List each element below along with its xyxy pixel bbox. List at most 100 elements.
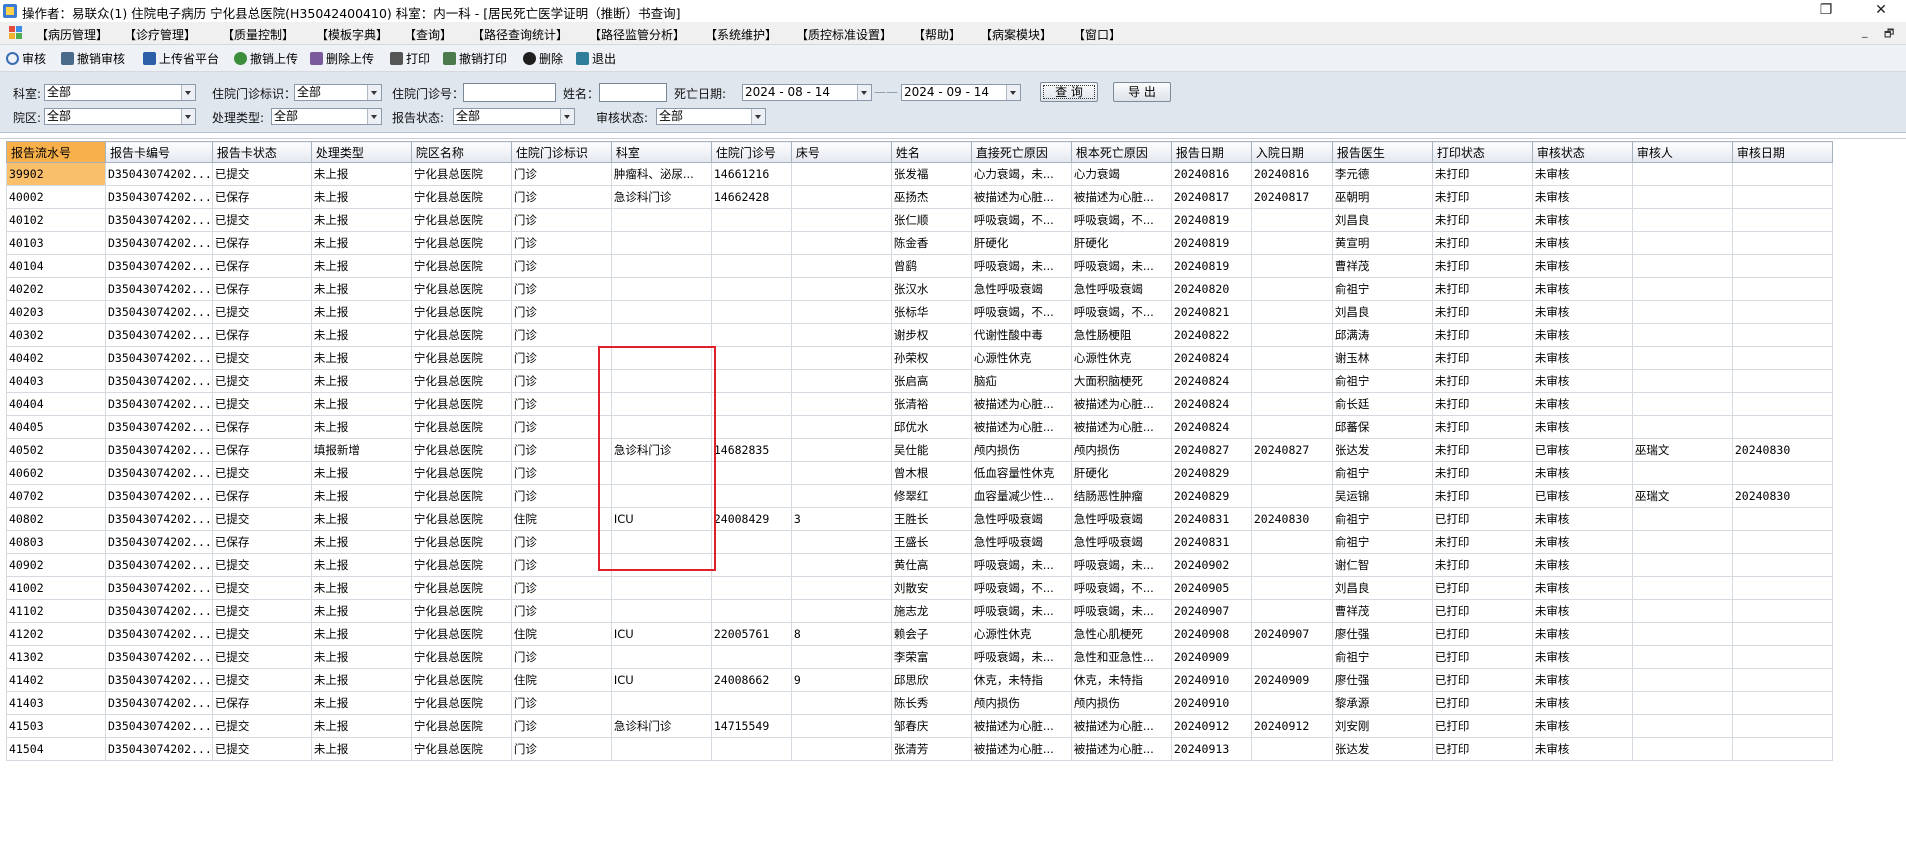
column-header[interactable]: 报告日期 bbox=[1170, 141, 1252, 163]
delete-button[interactable]: 删除 bbox=[523, 50, 563, 67]
name-input[interactable] bbox=[599, 83, 667, 102]
column-header[interactable]: 直接死亡原因 bbox=[970, 141, 1072, 163]
table-row[interactable]: 40405 D35043074202... 已保存 未上报 宁化县总医院 门诊 邱优水 被描述… bbox=[6, 415, 1833, 439]
export-button[interactable]: 导 出 bbox=[1113, 82, 1171, 102]
column-header[interactable]: 科室 bbox=[610, 141, 712, 163]
table-row[interactable]: 40803 D35043074202... 已保存 未上报 宁化县总医院 门诊 王盛长 急性呼… bbox=[6, 530, 1833, 554]
table-row[interactable]: 41202 D35043074202... 已提交 未上报 宁化县总医院 住院 ICU 220… bbox=[6, 622, 1833, 646]
menu-system-maintenance[interactable]: 【系统维护】 bbox=[705, 26, 777, 43]
upload-province-button[interactable]: 上传省平台 bbox=[143, 50, 219, 67]
visit-no-input[interactable] bbox=[463, 83, 556, 102]
table-row[interactable]: 40402 D35043074202... 已提交 未上报 宁化县总医院 门诊 孙荣权 心源性… bbox=[6, 346, 1833, 370]
column-header[interactable]: 住院门诊标识 bbox=[510, 141, 612, 163]
title-bar: 操作者：易联众(1) 住院电子病历 宁化县总医院(H35042400410) 科… bbox=[0, 0, 1906, 22]
menu-diagnosis-management[interactable]: 【诊疗管理】 bbox=[124, 26, 196, 43]
table-cell bbox=[1250, 369, 1333, 393]
cancel-upload-button[interactable]: 撤销上传 bbox=[234, 50, 298, 67]
table-row[interactable]: 40702 D35043074202... 已保存 未上报 宁化县总医院 门诊 修翠红 血容量… bbox=[6, 484, 1833, 508]
column-header[interactable]: 报告医生 bbox=[1331, 141, 1433, 163]
menu-help[interactable]: 【帮助】 bbox=[913, 26, 961, 43]
menu-template-dictionary[interactable]: 【模板字典】 bbox=[316, 26, 388, 43]
print-button[interactable]: 打印 bbox=[390, 50, 430, 67]
table-cell: 呼吸衰竭，不... bbox=[1070, 300, 1172, 324]
column-header[interactable]: 报告卡编号 bbox=[105, 141, 213, 163]
menu-quality-control[interactable]: 【质量控制】 bbox=[222, 26, 294, 43]
table-cell: 谢仁智 bbox=[1331, 553, 1433, 577]
table-cell: 未上报 bbox=[310, 553, 412, 577]
close-window-button[interactable]: ✕ bbox=[1858, 0, 1904, 22]
table-row[interactable]: 41403 D35043074202... 已保存 未上报 宁化县总医院 门诊 陈长秀 颅内损… bbox=[6, 691, 1833, 715]
table-row[interactable]: 40902 D35043074202... 已提交 未上报 宁化县总医院 门诊 黄仕高 呼吸衰… bbox=[6, 553, 1833, 577]
column-header[interactable]: 审核日期 bbox=[1731, 141, 1833, 163]
restore-window-button[interactable]: ❐ bbox=[1803, 0, 1849, 22]
mdi-restore-button[interactable]: 🗗 bbox=[1884, 25, 1894, 44]
mdi-minimize-button[interactable]: _ bbox=[1862, 25, 1868, 38]
table-row[interactable]: 41302 D35043074202... 已提交 未上报 宁化县总医院 门诊 李荣富 呼吸衰… bbox=[6, 645, 1833, 669]
table-row[interactable]: 41503 D35043074202... 已提交 未上报 宁化县总医院 门诊 急诊科门诊 1… bbox=[6, 714, 1833, 738]
menu-pathway-statistics[interactable]: 【路径查询统计】 bbox=[472, 26, 568, 43]
table-cell: 宁化县总医院 bbox=[410, 507, 512, 531]
column-header[interactable]: 院区名称 bbox=[410, 141, 512, 163]
table-cell: 未上报 bbox=[310, 461, 412, 485]
column-header[interactable]: 报告卡状态 bbox=[211, 141, 312, 163]
column-header[interactable]: 住院门诊号 bbox=[710, 141, 792, 163]
table-cell: 张启高 bbox=[890, 369, 972, 393]
table-row[interactable]: 41402 D35043074202... 已提交 未上报 宁化县总医院 住院 ICU 240… bbox=[6, 668, 1833, 692]
table-cell bbox=[1731, 645, 1833, 669]
column-header[interactable]: 根本死亡原因 bbox=[1070, 141, 1172, 163]
menu-qc-standard-settings[interactable]: 【质控标准设置】 bbox=[796, 26, 892, 43]
delete-upload-button[interactable]: 删除上传 bbox=[310, 50, 374, 67]
table-row[interactable]: 41002 D35043074202... 已提交 未上报 宁化县总医院 门诊 刘散安 呼吸衰… bbox=[6, 576, 1833, 600]
table-row[interactable]: 40102 D35043074202... 已提交 未上报 宁化县总医院 门诊 张仁顺 呼吸衰… bbox=[6, 208, 1833, 232]
menu-query[interactable]: 【查询】 bbox=[404, 26, 452, 43]
dept-select[interactable]: 全部 bbox=[44, 84, 196, 101]
menu-medical-record-module[interactable]: 【病案模块】 bbox=[980, 26, 1052, 43]
column-header[interactable]: 打印状态 bbox=[1431, 141, 1533, 163]
table-row[interactable]: 40404 D35043074202... 已提交 未上报 宁化县总医院 门诊 张清裕 被描述… bbox=[6, 392, 1833, 416]
menu-pathway-supervision[interactable]: 【路径监管分析】 bbox=[589, 26, 685, 43]
table-row[interactable]: 40203 D35043074202... 已提交 未上报 宁化县总医院 门诊 张标华 呼吸衰… bbox=[6, 300, 1833, 324]
table-row[interactable]: 41102 D35043074202... 已提交 未上报 宁化县总医院 门诊 施志龙 呼吸衰… bbox=[6, 599, 1833, 623]
table-cell: D35043074202... bbox=[105, 622, 213, 646]
death-date-from-picker[interactable]: 2024 - 08 - 14 bbox=[742, 84, 872, 101]
table-cell: 曾木根 bbox=[890, 461, 972, 485]
table-cell: 曹祥茂 bbox=[1331, 599, 1433, 623]
table-cell: D35043074202... bbox=[105, 231, 213, 255]
column-header[interactable]: 姓名 bbox=[890, 141, 972, 163]
column-header[interactable]: 报告流水号 bbox=[6, 141, 106, 163]
cancel-print-button[interactable]: 撤销打印 bbox=[443, 50, 507, 67]
exit-button[interactable]: 退出 bbox=[576, 50, 616, 67]
table-row[interactable]: 39902 D35043074202... 已提交 未上报 宁化县总医院 门诊 肿瘤科、泌尿… bbox=[6, 162, 1833, 186]
column-header[interactable]: 审核状态 bbox=[1531, 141, 1633, 163]
review-status-select[interactable]: 全部 bbox=[656, 108, 766, 125]
menu-bar: 【病历管理】 【诊疗管理】 【质量控制】 【模板字典】 【查询】 【路径查询统计… bbox=[0, 22, 1906, 45]
table-row[interactable]: 41504 D35043074202... 已提交 未上报 宁化县总医院 门诊 张清芳 被描述… bbox=[6, 737, 1833, 761]
undo-review-button[interactable]: 撤销审核 bbox=[61, 50, 125, 67]
column-header[interactable]: 处理类型 bbox=[310, 141, 412, 163]
process-type-select[interactable]: 全部 bbox=[271, 108, 382, 125]
table-row[interactable]: 40104 D35043074202... 已保存 未上报 宁化县总医院 门诊 曾鹞 呼吸衰竭… bbox=[6, 254, 1833, 278]
column-header[interactable]: 入院日期 bbox=[1250, 141, 1333, 163]
table-row[interactable]: 40403 D35043074202... 已提交 未上报 宁化县总医院 门诊 张启高 脑疝大… bbox=[6, 369, 1833, 393]
table-cell: 呼吸衰竭，未... bbox=[1070, 254, 1172, 278]
table-row[interactable]: 40502 D35043074202... 已保存 填报新增 宁化县总医院 门诊 急诊科门诊… bbox=[6, 438, 1833, 462]
table-row[interactable]: 40002 D35043074202... 已保存 未上报 宁化县总医院 门诊 急诊科门诊 1… bbox=[6, 185, 1833, 209]
menu-window[interactable]: 【窗口】 bbox=[1073, 26, 1121, 43]
review-button[interactable]: 审核 bbox=[6, 50, 46, 67]
column-header[interactable]: 审核人 bbox=[1631, 141, 1733, 163]
campus-select[interactable]: 全部 bbox=[44, 108, 196, 125]
table-row[interactable]: 40302 D35043074202... 已保存 未上报 宁化县总医院 门诊 谢步权 代谢性… bbox=[6, 323, 1833, 347]
table-row[interactable]: 40202 D35043074202... 已保存 未上报 宁化县总医院 门诊 张汉水 急性呼… bbox=[6, 277, 1833, 301]
report-status-select[interactable]: 全部 bbox=[453, 108, 575, 125]
column-header[interactable]: 床号 bbox=[790, 141, 892, 163]
table-row[interactable]: 40602 D35043074202... 已提交 未上报 宁化县总医院 门诊 曾木根 低血容… bbox=[6, 461, 1833, 485]
death-date-to-picker[interactable]: 2024 - 09 - 14 bbox=[901, 84, 1021, 101]
table-cell: 张达发 bbox=[1331, 438, 1433, 462]
table-cell: D35043074202... bbox=[105, 438, 213, 462]
menu-record-management[interactable]: 【病历管理】 bbox=[36, 26, 108, 43]
table-row[interactable]: 40802 D35043074202... 已提交 未上报 宁化县总医院 住院 ICU 240… bbox=[6, 507, 1833, 531]
inpatient-flag-select[interactable]: 全部 bbox=[294, 84, 382, 101]
table-row[interactable]: 40103 D35043074202... 已保存 未上报 宁化县总医院 门诊 陈金香 肝硬化… bbox=[6, 231, 1833, 255]
query-button[interactable]: 查 询 bbox=[1040, 82, 1098, 102]
delete-icon bbox=[523, 52, 536, 65]
